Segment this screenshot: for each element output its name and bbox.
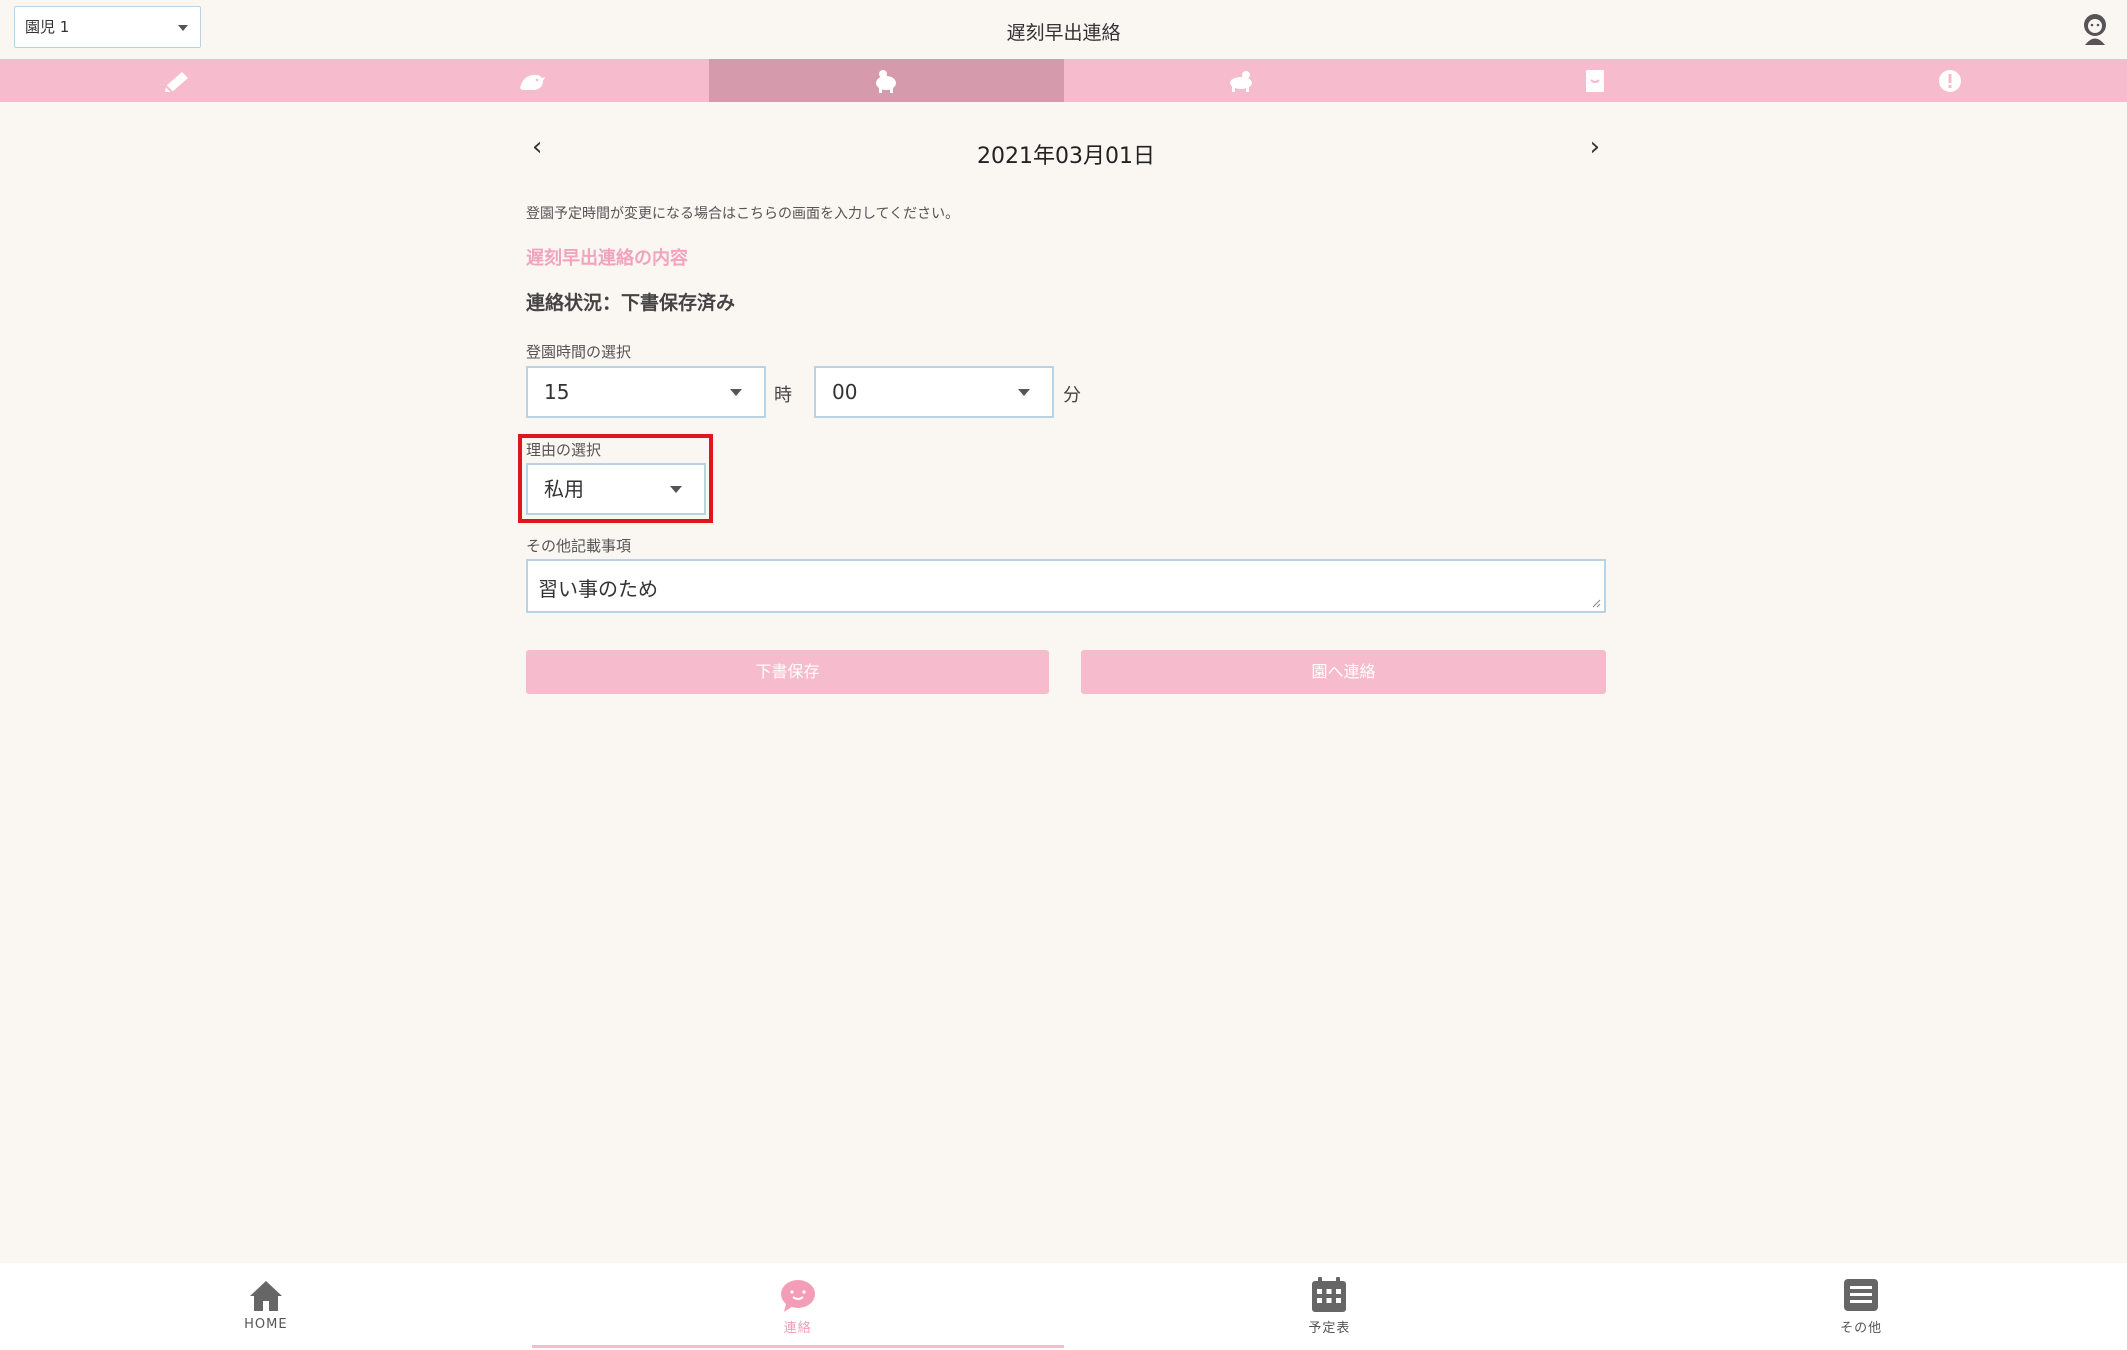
app-screen: 園児 1 遅刻早出連絡 ‹ 2021年03月01日 › 登園予定時間が変更になる… [0, 0, 2127, 1350]
notes-label: その他記載事項 [526, 537, 632, 555]
tab-calendar-page[interactable] [1418, 59, 1773, 102]
chevron-right-icon[interactable]: › [1590, 132, 1600, 162]
hour-unit: 時 [774, 385, 792, 406]
minute-select[interactable]: 00 [814, 366, 1054, 418]
section-title: 遅刻早出連絡の内容 [526, 248, 688, 269]
main-content: ‹ 2021年03月01日 › 登園予定時間が変更になる場合はこちらの画面を入力… [518, 102, 1606, 694]
category-tab-bar [0, 59, 2127, 102]
nav-other[interactable]: その他 [1595, 1263, 2127, 1350]
alert-bubble-icon [1938, 69, 1961, 92]
time-select-label: 登園時間の選択 [526, 343, 632, 361]
hour-select-value: 15 [544, 380, 570, 404]
draft-save-button[interactable]: 下書保存 [526, 650, 1049, 694]
minute-unit: 分 [1063, 385, 1081, 406]
instruction-text: 登園予定時間が変更になる場合はこちらの画面を入力してください。 [526, 206, 960, 222]
notes-textarea[interactable]: 習い事のため [526, 559, 1606, 613]
home-icon [249, 1281, 282, 1311]
contact-status: 連絡状況：下書保存済み [526, 292, 736, 314]
tab-late-early[interactable] [709, 59, 1064, 102]
menu-list-icon [1844, 1279, 1879, 1311]
tab-bird[interactable] [355, 59, 710, 102]
reason-select[interactable]: 私用 [526, 463, 706, 515]
bottom-nav: HOME 連絡 予定表 その他 [0, 1263, 2127, 1350]
reason-select-value: 私用 [544, 477, 584, 501]
chevron-down-icon [1018, 389, 1030, 396]
notes-value: 習い事のため [538, 577, 658, 601]
chevron-down-icon [670, 486, 682, 493]
current-date: 2021年03月01日 [977, 144, 1155, 169]
walking-animal-icon [876, 69, 897, 93]
nav-contact-label: 連絡 [783, 1321, 812, 1336]
nav-home-label: HOME [244, 1317, 288, 1332]
pencil-icon [165, 71, 189, 93]
tab-alert[interactable] [1773, 59, 2127, 102]
chevron-down-icon [730, 389, 742, 396]
hour-select[interactable]: 15 [526, 366, 766, 418]
bird-icon [519, 74, 545, 90]
page-title: 遅刻早出連絡 [1006, 22, 1121, 44]
top-header: 園児 1 遅刻早出連絡 [0, 0, 2127, 59]
tab-pencil[interactable] [0, 59, 355, 102]
nav-home[interactable]: HOME [0, 1263, 532, 1350]
tab-running[interactable] [1064, 59, 1419, 102]
send-to-school-button[interactable]: 園へ連絡 [1081, 650, 1606, 694]
calendar-page-icon [1586, 69, 1605, 92]
running-animal-icon [1229, 70, 1252, 92]
calendar-icon [1312, 1277, 1347, 1312]
date-navigator: ‹ 2021年03月01日 › [526, 102, 1606, 192]
chat-face-icon [780, 1280, 815, 1312]
nav-schedule-label: 予定表 [1308, 1321, 1351, 1336]
reason-select-label: 理由の選択 [526, 441, 602, 459]
nav-other-label: その他 [1840, 1321, 1883, 1336]
resize-handle-icon[interactable] [1591, 598, 1601, 608]
minute-select-value: 00 [832, 380, 858, 404]
nav-contact[interactable]: 連絡 [531, 1263, 1064, 1350]
nav-schedule[interactable]: 予定表 [1064, 1263, 1596, 1350]
user-avatar-icon[interactable] [2080, 12, 2110, 46]
